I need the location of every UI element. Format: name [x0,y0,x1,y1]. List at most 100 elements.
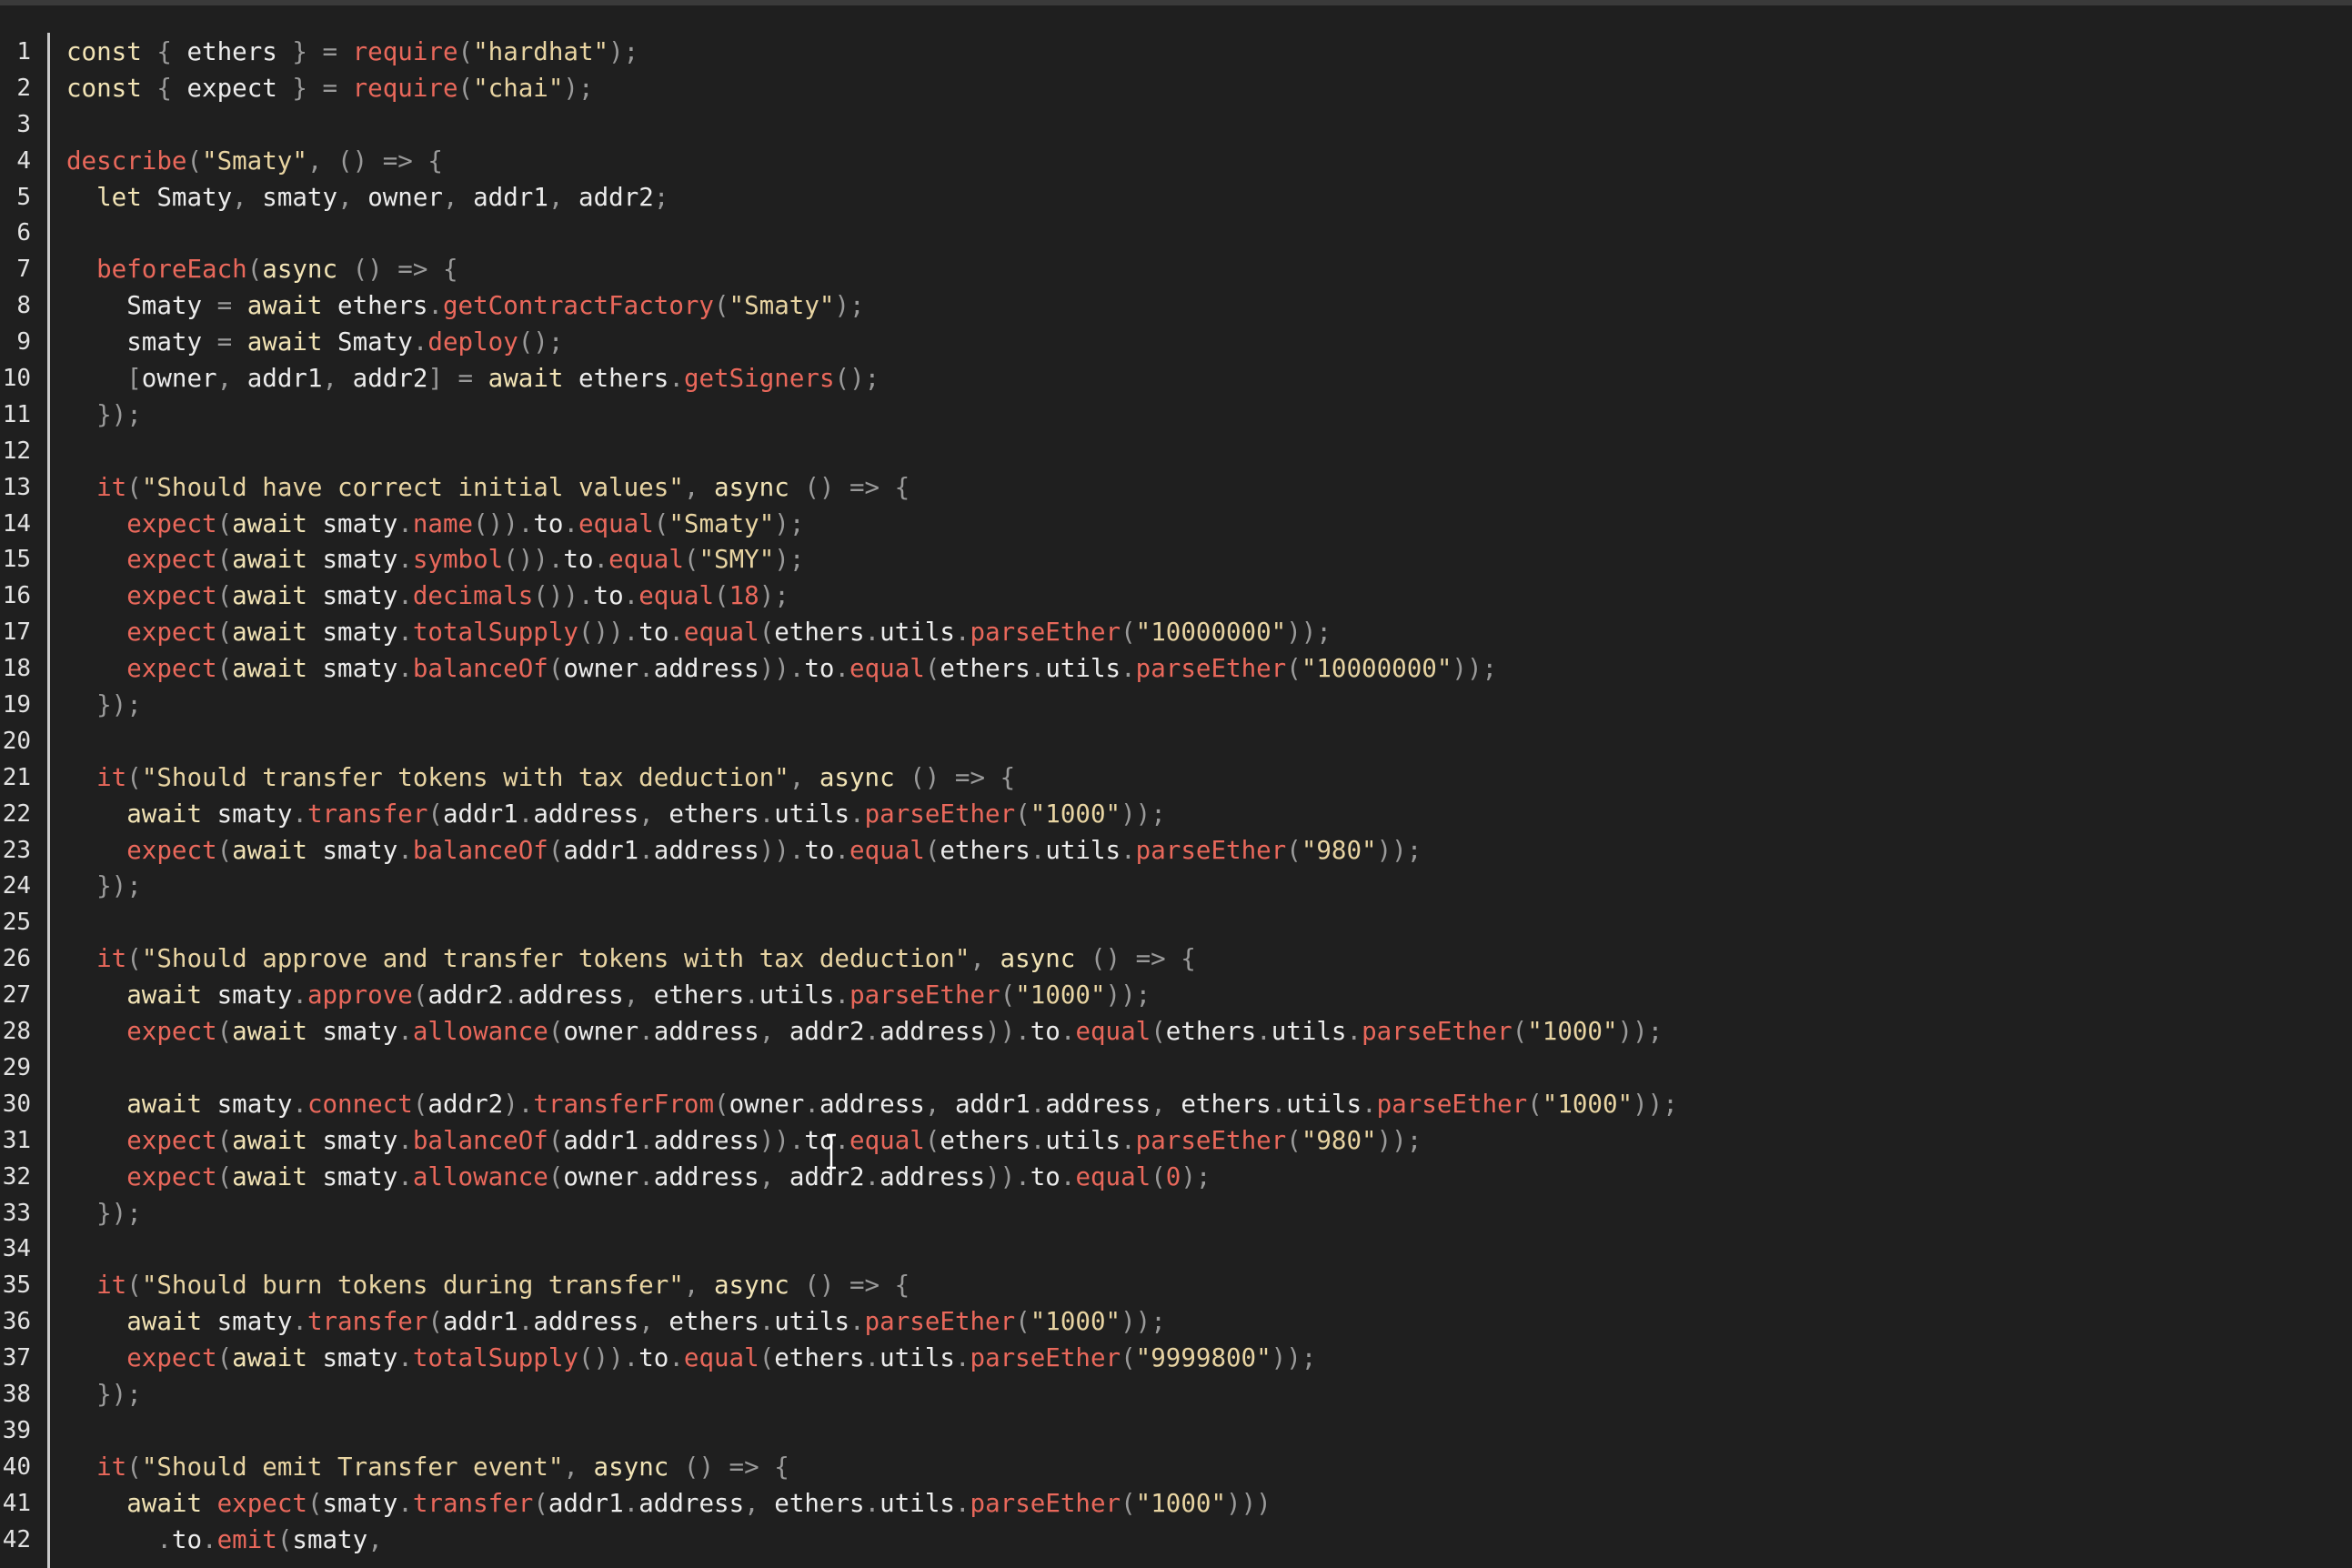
code-token: , [759,1161,789,1191]
code-line[interactable]: 17 expect(await smaty.totalSupply()).to.… [0,615,2352,651]
code-text[interactable]: it("Should approve and transfer tokens w… [66,941,1196,978]
code-line[interactable]: 41 await expect(smaty.transfer(addr1.add… [0,1486,2352,1523]
code-text[interactable]: expect(await smaty.allowance(owner.addre… [66,1160,1211,1196]
code-text[interactable]: expect(await smaty.name()).to.equal("Sma… [66,507,804,543]
code-token: }); [66,690,142,720]
code-text[interactable]: await smaty.approve(addr2.address, ether… [66,978,1151,1014]
line-number: 28 [2,1018,31,1046]
code-line[interactable]: 22 await smaty.transfer(addr1.address, e… [0,797,2352,833]
code-line[interactable]: 5 let Smaty, smaty, owner, addr1, addr2; [0,180,2352,216]
code-line[interactable]: 23 expect(await smaty.balanceOf(addr1.ad… [0,833,2352,869]
code-text[interactable]: const { ethers } = require("hardhat"); [66,35,638,71]
code-line[interactable]: 21 it("Should transfer tokens with tax d… [0,760,2352,797]
code-text[interactable]: expect(await smaty.totalSupply()).to.equ… [66,615,1332,651]
code-line[interactable]: 42 .to.emit(smaty, [0,1523,2352,1559]
code-line[interactable]: 19 }); [0,688,2352,724]
code-text[interactable]: expect(await smaty.balanceOf(addr1.addre… [66,833,1422,869]
code-text[interactable]: Smaty = await ethers.getContractFactory(… [66,288,864,325]
code-editor[interactable]: 1 const { ethers } = require("hardhat"); 2… [0,5,2352,1568]
code-line[interactable]: 35 it("Should burn tokens during transfe… [0,1268,2352,1304]
code-line[interactable]: 4 describe("Smaty", () => { [0,144,2352,180]
code-token: ()). [578,618,639,648]
code-token: "1000" [1030,799,1121,829]
code-text[interactable]: it("Should transfer tokens with tax dedu… [66,760,1015,797]
code-line[interactable]: 40 it("Should emit Transfer event", asyn… [0,1450,2352,1486]
code-line[interactable]: 38 }); [0,1377,2352,1413]
code-line[interactable]: 14 expect(await smaty.name()).to.equal("… [0,507,2352,543]
code-text[interactable]: await smaty.transfer(addr1.address, ethe… [66,797,1166,833]
code-line[interactable]: 26 it("Should approve and transfer token… [0,941,2352,978]
code-line[interactable]: 31 expect(await smaty.balanceOf(addr1.ad… [0,1123,2352,1160]
code-line[interactable]: 18 expect(await smaty.balanceOf(owner.ad… [0,651,2352,688]
code-text[interactable]: [owner, addr1, addr2] = await ethers.get… [66,361,879,397]
code-line[interactable]: 3 [0,107,2352,144]
code-text[interactable]: expect(await smaty.balanceOf(addr1.addre… [66,1123,1422,1160]
code-line[interactable]: 27 await smaty.approve(addr2.address, et… [0,978,2352,1014]
line-number: 23 [2,836,31,864]
code-line[interactable]: 13 it("Should have correct initial value… [0,470,2352,507]
code-text[interactable]: }); [66,688,142,724]
code-text[interactable]: .to.emit(smaty, [66,1523,382,1559]
code-text[interactable]: }); [66,397,142,434]
code-token: "1000" [1015,980,1106,1010]
code-text[interactable]: await smaty.transfer(addr1.address, ethe… [66,1304,1166,1341]
code-line[interactable]: 36 await smaty.transfer(addr1.address, e… [0,1304,2352,1341]
code-text[interactable]: expect(await smaty.symbol()).to.equal("S… [66,542,804,578]
code-line[interactable]: 9 smaty = await Smaty.deploy(); [0,325,2352,361]
code-text[interactable]: it("Should have correct initial values",… [66,470,910,507]
code-line[interactable]: 30 await smaty.connect(addr2).transferFr… [0,1087,2352,1123]
code-line[interactable]: 28 expect(await smaty.allowance(owner.ad… [0,1014,2352,1050]
code-line[interactable]: 34 [0,1231,2352,1268]
code-token: addr1 [563,1125,639,1155]
code-text[interactable]: beforeEach(async () => { [66,252,457,288]
code-text[interactable]: }); [66,1196,142,1232]
code-text[interactable]: expect(await smaty.decimals()).to.equal(… [66,578,789,615]
code-text[interactable]: expect(await smaty.balanceOf(owner.addre… [66,651,1497,688]
code-text[interactable]: describe("Smaty", () => { [66,144,443,180]
code-text[interactable]: }); [66,869,142,905]
code-line[interactable]: 16 expect(await smaty.decimals()).to.equ… [0,578,2352,615]
code-token: () => { [789,472,910,502]
code-token: . [638,1125,654,1155]
code-line[interactable]: 11 }); [0,397,2352,434]
code-area[interactable]: 1 const { ethers } = require("hardhat"); 2… [0,35,2352,1558]
code-text[interactable]: expect(await smaty.totalSupply()).to.equ… [66,1341,1316,1377]
code-token: utils [1286,1089,1362,1119]
code-token: , [563,1452,594,1482]
code-line[interactable]: 39 [0,1413,2352,1450]
code-line[interactable]: 20 [0,724,2352,760]
line-number: 21 [2,763,31,791]
code-token: await [232,1125,307,1155]
code-text[interactable]: const { expect } = require("chai"); [66,71,594,107]
code-line[interactable]: 25 [0,905,2352,941]
code-text[interactable]: smaty = await Smaty.deploy(); [66,325,563,361]
code-text[interactable]: await expect(smaty.transfer(addr1.addres… [66,1486,1271,1523]
code-text[interactable]: await smaty.connect(addr2).transferFrom(… [66,1087,1678,1123]
code-text[interactable]: }); [66,1377,142,1413]
code-text[interactable]: it("Should emit Transfer event", async (… [66,1450,789,1486]
code-line[interactable]: 1 const { ethers } = require("hardhat"); [0,35,2352,71]
code-line[interactable]: 32 expect(await smaty.allowance(owner.ad… [0,1160,2352,1196]
code-line[interactable]: 37 expect(await smaty.totalSupply()).to.… [0,1341,2352,1377]
code-line[interactable]: 7 beforeEach(async () => { [0,252,2352,288]
code-line[interactable]: 29 [0,1050,2352,1087]
code-token: expect [186,73,277,103]
code-token: ( [683,545,699,575]
code-text[interactable]: it("Should burn tokens during transfer",… [66,1268,910,1304]
code-line[interactable]: 12 [0,434,2352,470]
code-line[interactable]: 15 expect(await smaty.symbol()).to.equal… [0,542,2352,578]
code-line[interactable]: 8 Smaty = await ethers.getContractFactor… [0,288,2352,325]
code-line[interactable]: 10 [owner, addr1, addr2] = await ethers.… [0,361,2352,397]
code-line[interactable]: 2 const { expect } = require("chai"); [0,71,2352,107]
code-token: allowance [412,1161,548,1191]
code-line[interactable]: 6 [0,216,2352,252]
code-line[interactable]: 33 }); [0,1196,2352,1232]
code-token: balanceOf [412,1125,548,1155]
code-line[interactable]: 24 }); [0,869,2352,905]
code-token: utils [774,1307,850,1337]
code-token: to [1030,1161,1060,1191]
code-token: addr2 [578,182,654,212]
code-text[interactable]: let Smaty, smaty, owner, addr1, addr2; [66,180,668,216]
code-text[interactable]: expect(await smaty.allowance(owner.addre… [66,1014,1663,1050]
code-token: "chai" [473,73,564,103]
